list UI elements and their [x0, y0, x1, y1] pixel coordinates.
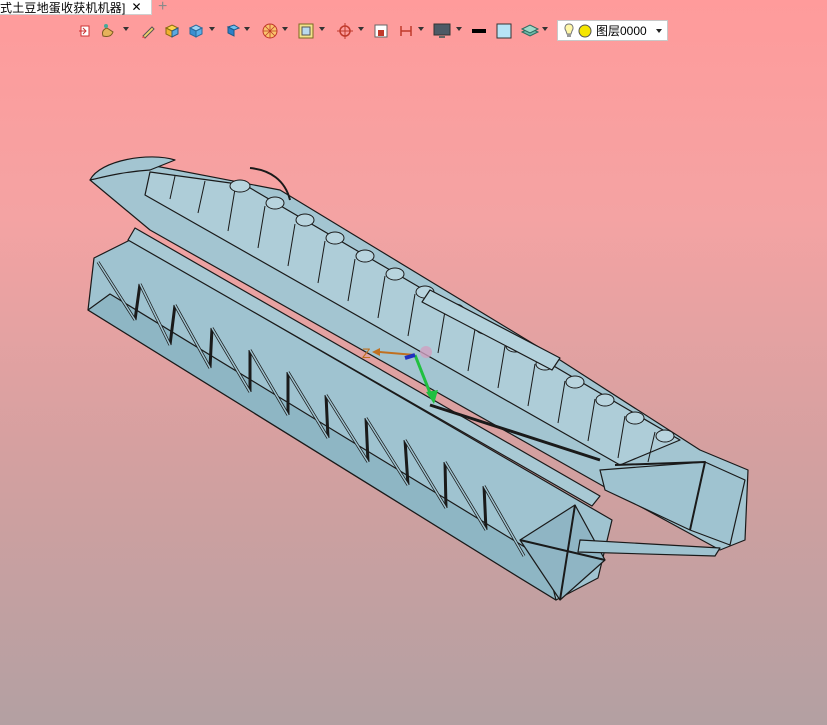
harvester-model[interactable]	[87, 156, 749, 601]
z-axis-label: Z	[362, 345, 371, 361]
end-guard	[599, 461, 746, 546]
model-viewport[interactable]: Z	[0, 0, 827, 725]
